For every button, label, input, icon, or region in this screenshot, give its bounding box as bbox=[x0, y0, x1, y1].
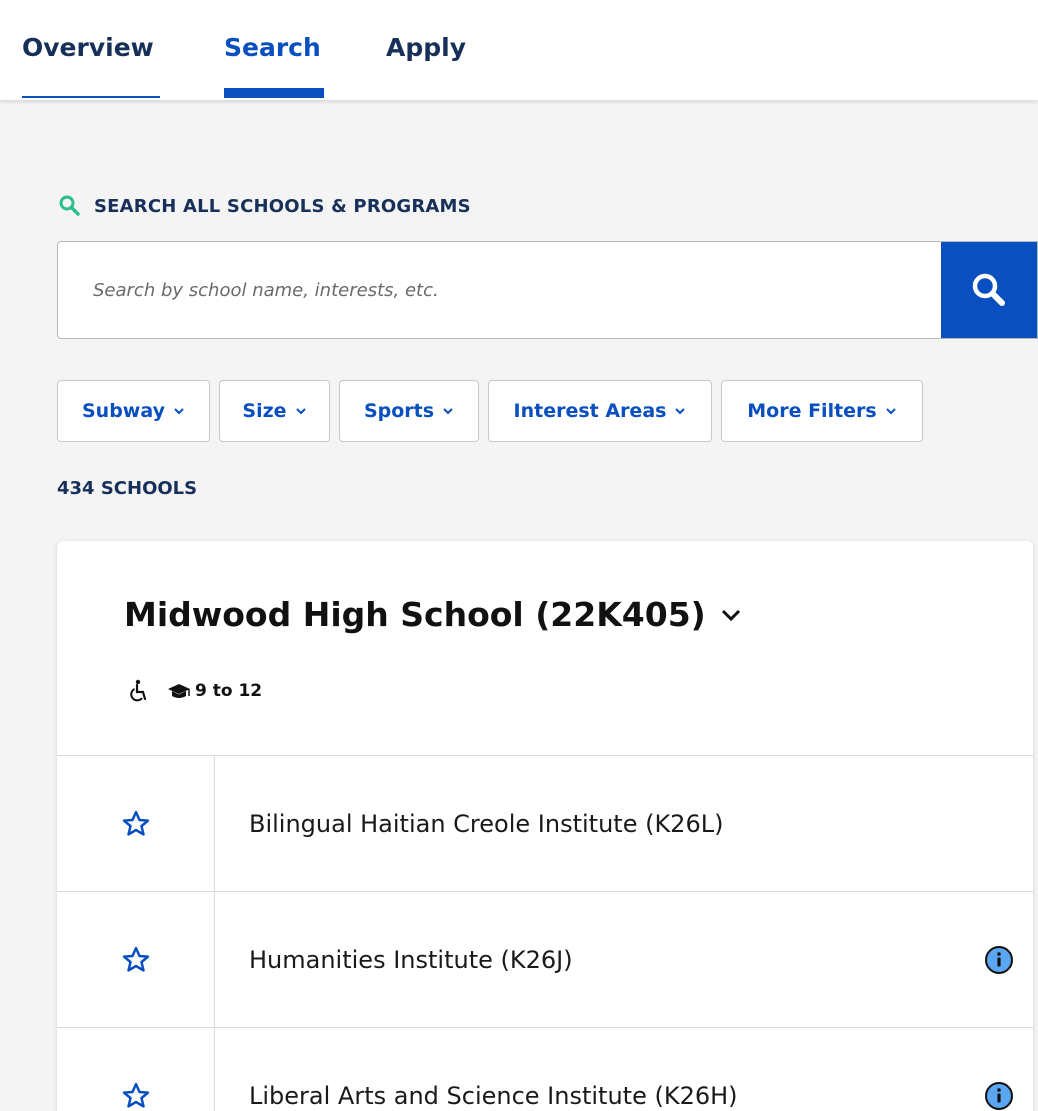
star-outline-icon[interactable] bbox=[121, 945, 151, 975]
school-title-toggle[interactable]: Midwood High School (22K405) bbox=[124, 595, 742, 634]
program-row[interactable]: Liberal Arts and Science Institute (K26H… bbox=[57, 1027, 1033, 1111]
results-count: 434 SCHOOLS bbox=[57, 478, 198, 499]
filter-label: Sports bbox=[363, 400, 435, 422]
school-title: Midwood High School (22K405) bbox=[124, 595, 706, 634]
info-icon[interactable] bbox=[984, 945, 1014, 975]
filter-interest-areas[interactable]: Interest Areas bbox=[488, 380, 712, 442]
chevron-down-icon bbox=[295, 408, 306, 415]
favorite-cell bbox=[57, 756, 215, 891]
wheelchair-icon bbox=[130, 679, 147, 702]
filter-sports[interactable]: Sports bbox=[339, 380, 479, 442]
tab-apply[interactable]: Apply bbox=[386, 33, 466, 100]
tab-overview-underline bbox=[22, 96, 160, 98]
filter-more-filters[interactable]: More Filters bbox=[721, 380, 923, 442]
chevron-down-icon bbox=[721, 609, 740, 621]
filter-label: Interest Areas bbox=[513, 400, 667, 422]
favorite-cell bbox=[57, 1028, 215, 1111]
filter-label: More Filters bbox=[747, 400, 877, 422]
filter-size[interactable]: Size bbox=[219, 380, 330, 442]
program-name[interactable]: Humanities Institute (K26J) bbox=[249, 892, 573, 1027]
tab-active-indicator bbox=[224, 88, 324, 98]
favorite-cell bbox=[57, 892, 215, 1027]
chevron-down-icon bbox=[886, 408, 896, 415]
search-icon bbox=[972, 273, 1005, 306]
program-name[interactable]: Liberal Arts and Science Institute (K26H… bbox=[249, 1028, 738, 1111]
search-button[interactable] bbox=[941, 242, 1037, 338]
search-icon bbox=[59, 195, 80, 216]
graduation-cap-icon bbox=[168, 684, 190, 698]
chevron-down-icon bbox=[443, 408, 453, 415]
program-row[interactable]: Humanities Institute (K26J) bbox=[57, 891, 1033, 1027]
program-row[interactable]: Bilingual Haitian Creole Institute (K26L… bbox=[57, 755, 1033, 891]
school-card: Midwood High School (22K405) 9 to 12 Bil… bbox=[57, 541, 1033, 1111]
grades-label: 9 to 12 bbox=[195, 681, 263, 701]
chevron-down-icon bbox=[675, 408, 686, 415]
search-heading: SEARCH ALL SCHOOLS & PROGRAMS bbox=[58, 192, 471, 220]
tab-bar: Overview Search Apply bbox=[0, 0, 1038, 100]
search-box bbox=[57, 241, 1038, 339]
program-name[interactable]: Bilingual Haitian Creole Institute (K26L… bbox=[249, 756, 723, 891]
star-outline-icon[interactable] bbox=[121, 809, 151, 839]
search-heading-label: SEARCH ALL SCHOOLS & PROGRAMS bbox=[94, 195, 471, 217]
filter-label: Size bbox=[242, 400, 287, 422]
chevron-down-icon bbox=[174, 408, 184, 415]
star-outline-icon[interactable] bbox=[121, 1081, 151, 1111]
search-input[interactable] bbox=[58, 242, 941, 338]
info-icon[interactable] bbox=[984, 1081, 1014, 1111]
filter-label: Subway bbox=[82, 400, 165, 422]
filter-subway[interactable]: Subway bbox=[57, 380, 210, 442]
school-meta: 9 to 12 bbox=[127, 678, 262, 704]
tab-overview[interactable]: Overview bbox=[22, 33, 154, 100]
